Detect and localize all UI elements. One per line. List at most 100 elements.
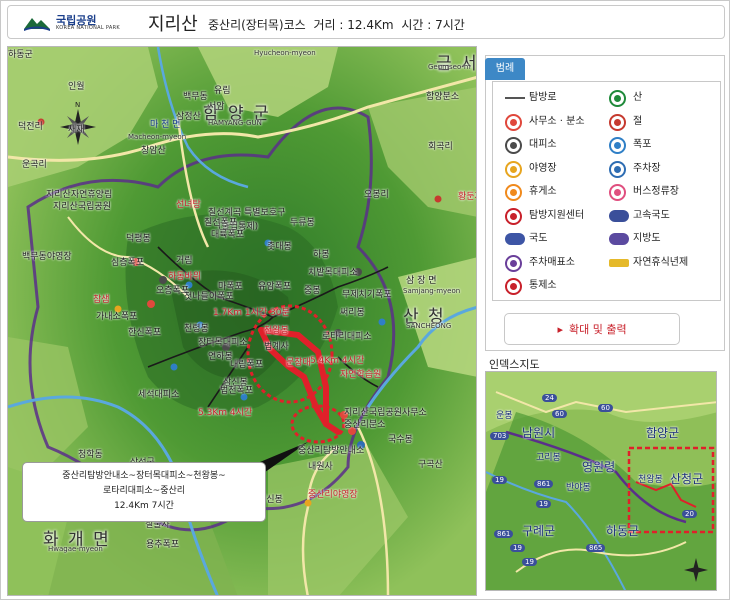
legend-icon-dot (510, 189, 517, 196)
legend-item-label: 주차장 (633, 162, 661, 174)
course-distance: 거리 : 12.4Km (313, 18, 394, 32)
route-callout: 중산리탐방안내소~장터목대피소~천왕봉~ 로타리대피소~중산리 12.4Km 7… (22, 462, 266, 522)
index-map-place: 하동군 (606, 524, 640, 538)
map-place-label: 세석대피소 (138, 390, 180, 400)
index-road-number: 865 (586, 544, 606, 552)
map-place-label: 국수봉 (388, 435, 413, 445)
map-place-label: 촛대봉 (267, 242, 292, 252)
map-place-label: 백무동야영장 (22, 252, 72, 262)
map-place-label: Hyucheon-myeon (254, 49, 316, 57)
map-place-label: 중산리야영장 (308, 490, 358, 500)
map-place-label: 운곡리 (22, 160, 47, 170)
trail-line-icon (505, 97, 525, 99)
map-place-label: 인월 (68, 82, 85, 92)
legend-item-label: 주차매표소 (529, 256, 575, 268)
index-road-number: 19 (522, 558, 537, 566)
map-place-label: 5.4Km 4시간 (310, 356, 365, 366)
legend-icon-dot (510, 283, 517, 290)
legend-item-label: 국도 (529, 233, 548, 244)
map-place-label: 가내소폭포 (96, 312, 138, 322)
ticket-icon (505, 254, 522, 272)
legend-list: 탐방로 산 사무소 · 분소 절 대피소 폭포 야영장 주차장 휴게소 버스정류장 탐방지원센터 고속… (492, 81, 721, 301)
legend-item-label: 버스정류장 (633, 186, 679, 197)
map-place-label: 하동군 (8, 50, 33, 60)
page-frame: 국립공원 KOREA NATIONAL PARK 지리산 중산리(장터목)코스 … (0, 0, 730, 600)
map-place-label: 창암산 (141, 146, 166, 156)
map-place-label: 참샘 (93, 295, 110, 305)
index-map-title: 인덱스지도 (489, 358, 540, 371)
map-place-label: 자연학습원 (340, 370, 382, 380)
legend-item-label: 지방도 (633, 233, 661, 244)
rest-area-icon (505, 184, 522, 201)
map-place-label: 치밭목대피소 (308, 268, 358, 278)
index-map-place: 함양군 (646, 426, 680, 440)
bus-stop-icon (609, 184, 626, 201)
local-road-icon (609, 233, 629, 245)
map-place-label: 문창대 (286, 358, 311, 368)
course-name: 중산리(장터목)코스 (208, 18, 306, 32)
index-road-number: 703 (490, 432, 510, 440)
map-place-label: 천왕봉 (264, 326, 289, 336)
index-map[interactable]: 운봉 남원시 함양군 고리봉 영원령 천왕봉 산청군 반야봉 구례군 하동군 24 60 60 703 19… (485, 371, 717, 591)
map-place-label: 1.7Km 1시간 30분 (213, 308, 290, 318)
map-place-label: Hwagae-myeon (38, 595, 93, 596)
map-place-label: 로타리대피소 (322, 332, 372, 342)
index-road-number: 60 (598, 404, 613, 412)
park-logo[interactable]: 국립공원 KOREA NATIONAL PARK (22, 11, 134, 35)
map-place-label: 하봉 (313, 250, 330, 260)
national-road-icon (505, 233, 525, 245)
index-road-number: 24 (542, 394, 557, 402)
map-place-label: 중산리분소 (344, 420, 386, 430)
index-road-number: 20 (682, 510, 697, 518)
campsite-icon (505, 160, 522, 178)
map-place-label: 삼정산 (176, 112, 201, 122)
park-logo-icon (24, 18, 50, 31)
map-place-label: 회곡리 (428, 142, 453, 152)
map-place-label: 내원사 (308, 462, 333, 472)
legend-icon-dot (510, 212, 517, 220)
map-place-label: 황둔제교산 (458, 192, 476, 202)
legend-tab[interactable]: 범례 (485, 58, 525, 80)
legend-item-label: 고속국도 (633, 209, 670, 221)
map-place-label: 심층폭포 (111, 258, 145, 268)
map-place-label: 하동바위 (168, 272, 202, 282)
legend-item-label: 통제소 (529, 280, 557, 291)
map-place-label: 백무동 (183, 92, 208, 102)
map-place-label: 써리봉 (340, 308, 365, 318)
map-place-label: Macheon-myeon (128, 133, 187, 141)
legend-item-label: 산 (633, 92, 643, 103)
legend-item-label: 야영장 (529, 162, 557, 174)
callout-line-2: 로타리대피소~중산리 (102, 486, 186, 496)
zoom-print-label: 확대 및 출력 (568, 323, 627, 336)
legend-icon-dot (614, 142, 621, 149)
visitor-center-icon (505, 207, 522, 225)
temple-icon (609, 113, 626, 131)
map-place-label: 한신폭포 (128, 328, 162, 338)
map-place-label: 5.3Km 4시간 (198, 408, 253, 418)
chevron-right-icon: ▸ (557, 323, 563, 336)
map-place-label: SANCHEONG (406, 322, 452, 330)
trail-map[interactable]: N 함 양 군 HAMYANG-GUN 산 청 SANCHEONG 화 개 면 … (7, 46, 477, 596)
map-place-label: 중산리탐방안내소 (298, 446, 365, 456)
course-time: 시간 : 7시간 (401, 18, 465, 32)
logo-text-english: KOREA NATIONAL PARK (56, 25, 120, 31)
index-map-place: 천왕봉 (638, 475, 663, 485)
callout-line-1: 중산리탐방안내소~장터목대피소~천왕봉~ (62, 471, 226, 481)
svg-text:N: N (75, 101, 80, 109)
map-place-label: 칠선폭포 (204, 218, 238, 228)
index-map-place: 고리봉 (536, 453, 561, 463)
legend-item-label: 사무소 · 분소 (529, 115, 585, 127)
zoom-print-button[interactable]: ▸ 확대 및 출력 (504, 313, 680, 345)
legend-icon-dot (614, 95, 621, 102)
legend-item-label: 자연휴식년제 (633, 256, 689, 268)
map-place-label: 삼 장 면 (406, 276, 437, 286)
index-road-number: 19 (510, 544, 525, 552)
map-place-label: 덕전리 (18, 122, 43, 132)
legend-icon-dot (614, 189, 621, 196)
legend-item-label: 폭포 (633, 139, 652, 150)
map-place-label: 덕평봉 (126, 234, 151, 244)
page-title: 지리산 (148, 14, 198, 35)
legend-icon-dot (510, 165, 517, 173)
mountain-icon (609, 90, 626, 107)
course-summary: 중산리(장터목)코스 거리 : 12.4Km 시간 : 7시간 (208, 16, 469, 33)
